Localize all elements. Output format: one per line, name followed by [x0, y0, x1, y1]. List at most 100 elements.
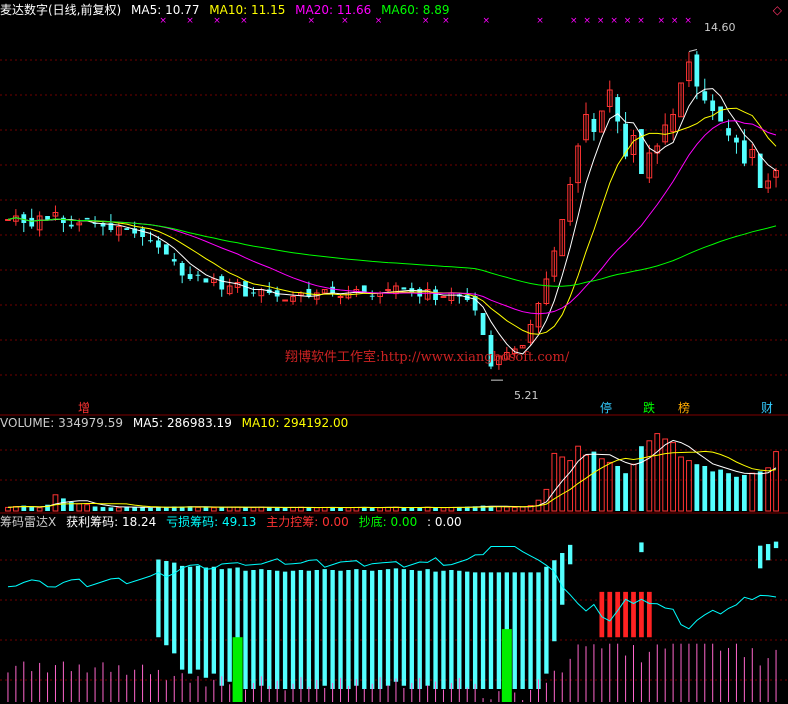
- volume-bar: [757, 471, 763, 511]
- price-header: 麦达数字(日线,前复权) MA5: 10.77 MA10: 11.15 MA20…: [0, 3, 455, 17]
- candle-body: [694, 54, 700, 87]
- cross-mark: ×: [583, 16, 591, 26]
- volume-bar: [306, 507, 312, 511]
- marker-bang: 榜: [678, 401, 691, 415]
- candle-body: [243, 281, 248, 297]
- volume-bar: [195, 506, 201, 512]
- candle-body: [179, 263, 185, 276]
- indicator-title: 筹码雷达X: [0, 515, 57, 529]
- volume-bar: [203, 507, 209, 511]
- volume-bar: [345, 507, 352, 512]
- volume-bar: [773, 451, 779, 512]
- extra-legend: : 0.00: [427, 515, 462, 529]
- candle-body: [29, 217, 35, 227]
- volume-bar: [409, 507, 415, 511]
- cross-mark: ×: [240, 16, 248, 26]
- candle-body: [433, 289, 438, 300]
- volume-bar: [741, 475, 747, 511]
- ma60-line: [7, 217, 777, 287]
- candle-body: [615, 97, 621, 122]
- diamond-icon[interactable]: ◇: [773, 3, 782, 17]
- candle-body: [219, 276, 225, 290]
- volume-bar: [140, 507, 145, 511]
- volume-ma10-line: [7, 450, 777, 508]
- marker-zeng: 增: [78, 401, 91, 415]
- volume-bar: [282, 507, 288, 511]
- volume-bar: [210, 507, 217, 512]
- indicator-header: 筹码雷达X 获利筹码: 18.24 亏损筹码: 49.13 主力控筹: 0.00…: [0, 515, 468, 529]
- cross-mark: ×: [536, 16, 544, 26]
- volume-bar: [551, 452, 558, 512]
- volume-bar: [591, 451, 597, 511]
- candle-body: [417, 288, 423, 297]
- ma10-legend: MA10: 11.15: [209, 3, 286, 17]
- volume-bar: [639, 446, 644, 511]
- candle-body: [401, 287, 407, 290]
- volume-bar: [686, 460, 692, 512]
- loss-legend: 亏损筹码: 49.13: [166, 515, 257, 529]
- volume-bar: [726, 473, 731, 511]
- cross-mark: ×: [624, 16, 632, 26]
- candle-body: [623, 123, 628, 157]
- candle-body: [472, 296, 478, 311]
- high-price-label: 14.60: [704, 21, 736, 34]
- volume-bar: [5, 506, 11, 512]
- volume-bar: [156, 507, 161, 511]
- cross-mark: ×: [159, 16, 167, 26]
- volume-bar: [369, 507, 375, 511]
- cross-mark: ×: [657, 16, 665, 26]
- volume-bar: [765, 467, 771, 512]
- volume-bar: [92, 506, 98, 511]
- cross-mark: ×: [610, 16, 618, 26]
- candles-layer: [5, 51, 779, 370]
- volume-bar: [61, 498, 66, 511]
- volume-bar: [108, 507, 114, 511]
- profit-legend: 获利筹码: 18.24: [66, 515, 157, 529]
- main-control-legend: 主力控筹: 0.00: [266, 515, 349, 529]
- cross-mark: ×: [442, 16, 450, 26]
- volume-bar: [274, 507, 280, 511]
- candle-body: [84, 217, 90, 220]
- candle-body: [306, 288, 312, 297]
- candle-body: [203, 278, 209, 283]
- volume-bar: [519, 506, 526, 512]
- volume-legend: VOLUME: 334979.59: [0, 416, 124, 430]
- candle-body: [369, 295, 375, 297]
- top-cross-marks: × × × × × × × × × × × × × × × × × × × ×: [159, 16, 692, 26]
- volume-bar: [583, 454, 589, 512]
- volume-bar: [503, 506, 510, 512]
- volume-bar: [749, 472, 756, 512]
- cross-mark: ×: [597, 16, 605, 26]
- candle-body: [385, 289, 391, 291]
- cross-mark: ×: [422, 16, 430, 26]
- candle-body: [45, 216, 50, 220]
- volume-bar: [243, 507, 248, 511]
- candle-body: [710, 100, 716, 111]
- candle-body: [163, 244, 169, 255]
- marker-cai: 财: [761, 401, 774, 415]
- candle-body: [171, 259, 177, 262]
- volume-bar: [338, 507, 343, 511]
- low-price-label: 5.21: [514, 389, 539, 402]
- volume-layer: [5, 433, 779, 512]
- high-pointer: [688, 49, 698, 52]
- volume-bar: [52, 494, 59, 512]
- cross-mark: ×: [482, 16, 490, 26]
- candle-body: [148, 240, 153, 242]
- candle-body: [757, 153, 763, 188]
- candle-body: [718, 106, 723, 122]
- volume-bar: [401, 507, 407, 511]
- volume-bar: [132, 507, 138, 511]
- volume-bar: [377, 507, 383, 512]
- candle-body: [741, 140, 747, 164]
- ma20-legend: MA20: 11.66: [295, 3, 372, 17]
- volume-bar: [575, 445, 581, 512]
- candle-body: [282, 299, 288, 302]
- volume-bar: [559, 456, 566, 512]
- volume-bar: [433, 507, 438, 511]
- candle-body: [187, 274, 193, 279]
- volume-bar: [710, 471, 716, 511]
- volume-bar: [702, 466, 708, 511]
- candle-body: [702, 91, 708, 101]
- volume-bar: [734, 476, 739, 511]
